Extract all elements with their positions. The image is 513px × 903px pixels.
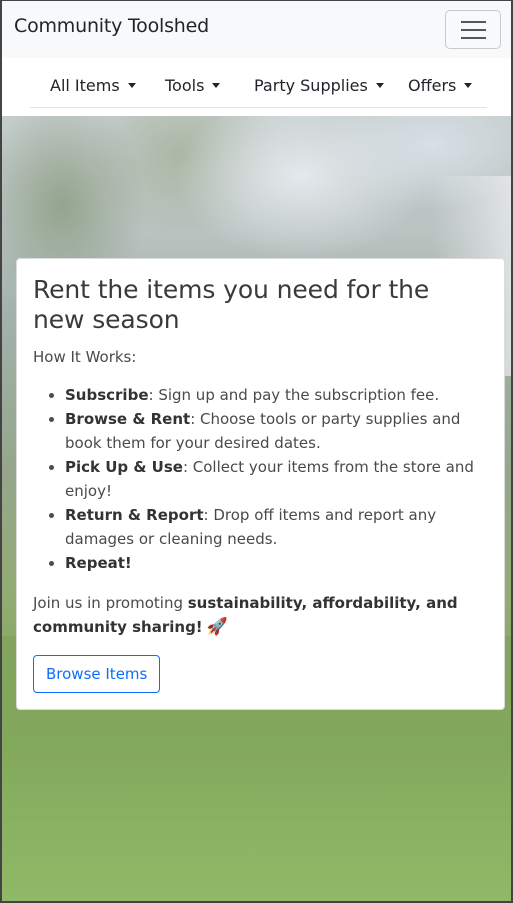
page-frame: Community Toolshed All Items Tools Party… <box>0 0 513 903</box>
nav-label: Party Supplies <box>254 76 368 95</box>
nav-dropdown-all-items[interactable]: All Items <box>50 76 136 95</box>
join-message: Join us in promoting sustainability, aff… <box>33 591 488 639</box>
nav-dropdown-tools[interactable]: Tools <box>165 76 221 95</box>
step-item: Subscribe: Sign up and pay the subscript… <box>65 383 488 407</box>
nav-dropdown-party-supplies[interactable]: Party Supplies <box>254 76 384 95</box>
hamburger-icon-line <box>461 37 486 39</box>
step-title: Subscribe <box>65 386 149 404</box>
step-item: Browse & Rent: Choose tools or party sup… <box>65 407 488 455</box>
browse-items-button[interactable]: Browse Items <box>33 655 161 693</box>
top-navbar: Community Toolshed <box>2 1 511 58</box>
steps-list: Subscribe: Sign up and pay the subscript… <box>33 383 488 575</box>
hero-title: Rent the items you need for the new seas… <box>33 275 430 334</box>
nav-label: All Items <box>50 76 120 95</box>
step-title: Pick Up & Use <box>65 458 183 476</box>
caret-down-icon <box>212 83 221 88</box>
caret-down-icon <box>127 83 136 88</box>
hamburger-icon <box>461 21 486 23</box>
how-it-works-label: How It Works: <box>33 348 137 366</box>
step-item: Pick Up & Use: Collect your items from t… <box>65 455 488 503</box>
rocket-icon: 🚀 <box>206 617 228 637</box>
navbar-toggler-button[interactable] <box>445 10 501 49</box>
hamburger-icon-line <box>461 29 486 31</box>
brand-link[interactable]: Community Toolshed <box>14 15 209 37</box>
step-item: Return & Report: Drop off items and repo… <box>65 503 488 551</box>
nav-dropdown-offers[interactable]: Offers <box>408 76 473 95</box>
step-title: Return & Report <box>65 506 204 524</box>
step-title: Browse & Rent <box>65 410 191 428</box>
caret-down-icon <box>464 83 473 88</box>
nav-label: Tools <box>165 76 205 95</box>
step-title: Repeat! <box>65 554 132 572</box>
caret-down-icon <box>375 83 384 88</box>
join-prefix: Join us in promoting <box>33 594 188 612</box>
step-item: Repeat! <box>65 551 488 575</box>
step-text: : Sign up and pay the subscription fee. <box>148 386 440 404</box>
nav-label: Offers <box>408 76 457 95</box>
category-nav-list: All Items Tools Party Supplies Offers <box>30 58 487 108</box>
category-nav: All Items Tools Party Supplies Offers <box>2 58 511 116</box>
hero-card: Rent the items you need for the new seas… <box>16 258 505 710</box>
